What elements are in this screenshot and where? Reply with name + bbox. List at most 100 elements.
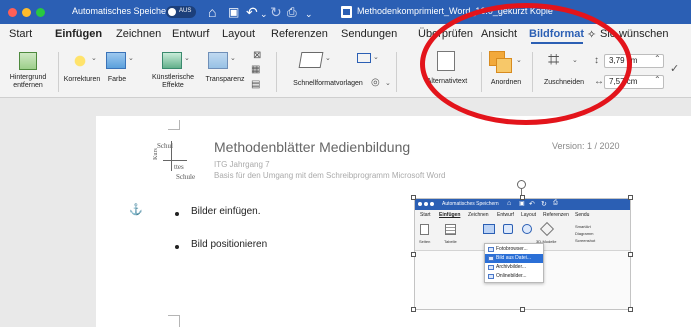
page-title: Methodenblätter Medienbildung [214, 139, 411, 155]
height-stepper[interactable]: ⌃ [654, 54, 661, 63]
transparency-label[interactable]: Transparenz [203, 76, 247, 84]
anchor-icon[interactable]: ⚓ [129, 203, 143, 216]
version-label: Version: 1 / 2020 [552, 141, 620, 151]
picture-border-icon[interactable] [357, 53, 371, 63]
embedded-icons-icon [522, 224, 532, 234]
artistic-effects-label[interactable]: Künstlerische Effekte [146, 74, 200, 90]
picture-border-dropdown-icon[interactable]: ⌄ [373, 53, 379, 61]
tab-zeichnen[interactable]: Zeichnen [116, 28, 161, 40]
red-highlight-ellipse [420, 3, 632, 125]
embedded-tab: Start [420, 212, 431, 218]
resize-handle-bottom-right[interactable] [628, 307, 633, 312]
color-dropdown-icon[interactable]: ⌄ [128, 54, 134, 62]
lock-aspect-icon[interactable]: ✓ [670, 62, 679, 75]
logo-line: Kurs [152, 148, 159, 160]
print-icon[interactable]: ⎙ [287, 3, 297, 21]
customize-toolbar-icon[interactable]: ⌄ [305, 5, 313, 23]
redo-icon[interactable]: ↻ [270, 3, 282, 21]
tab-start[interactable]: Start [9, 28, 32, 40]
remove-background-label[interactable]: Hintergrund entfernen [2, 74, 54, 90]
autosave-toggle[interactable]: AUS [166, 6, 196, 18]
resize-handle-left[interactable] [411, 252, 416, 257]
transparency-icon[interactable] [208, 52, 228, 69]
resize-handle-right[interactable] [628, 252, 633, 257]
tab-entwurf[interactable]: Entwurf [172, 28, 209, 40]
autosave-toggle-knob [168, 8, 176, 16]
stock-images-icon [488, 265, 494, 270]
ribbon-separator [396, 52, 397, 92]
embedded-tab-bar: Start Einfügen Zeichnen Entwurf Layout R… [415, 210, 630, 221]
embedded-pictures-icon [483, 224, 495, 234]
corrections-dropdown-icon[interactable]: ⌄ [91, 54, 97, 62]
tab-layout[interactable]: Layout [222, 28, 255, 40]
resize-handle-top[interactable] [520, 195, 525, 200]
rotation-handle[interactable] [517, 180, 526, 189]
undo-icon[interactable]: ↶ [246, 3, 258, 21]
photo-browser-icon [488, 247, 494, 252]
embedded-zoom-dot [430, 202, 434, 206]
embedded-undo-icon: ↶ [529, 201, 535, 208]
logo-line: ttes [174, 163, 184, 171]
embedded-ribbon-label: Tabelle [444, 239, 457, 244]
resize-handle-bottom[interactable] [520, 307, 525, 312]
margin-corner-mark [168, 315, 180, 327]
change-picture-icon[interactable]: ▦ [251, 64, 260, 75]
embedded-ribbon-label: Seiten [419, 239, 431, 244]
embedded-ribbon-label: Diagramm [575, 231, 594, 236]
undo-dropdown-icon[interactable]: ⌄ [260, 5, 268, 23]
artistic-effects-dropdown-icon[interactable]: ⌄ [184, 54, 190, 62]
autosave-toggle-state: AUS [179, 8, 192, 14]
embedded-ribbon-label: Screenshot [575, 238, 596, 243]
word-document-icon [341, 6, 352, 18]
embedded-tab: Einfügen [439, 212, 461, 218]
width-stepper[interactable]: ⌃ [654, 75, 661, 84]
embedded-menu-item: Archivbilder... [485, 263, 543, 272]
embedded-tab: Referenzen [543, 212, 569, 218]
reset-picture-icon[interactable]: ▤ [251, 79, 260, 90]
transparency-dropdown-icon[interactable]: ⌄ [230, 54, 236, 62]
corrections-icon[interactable] [70, 51, 90, 71]
remove-background-icon[interactable] [19, 52, 37, 70]
inserted-picture[interactable]: Automatisches Speichern ⌂ ▣ ↶ ↻ ⎙ Start … [414, 198, 631, 310]
tab-sendungen[interactable]: Sendungen [341, 28, 397, 40]
margin-corner-mark [168, 120, 180, 130]
embedded-menu-item: Onlinebilder... [485, 272, 543, 281]
quick-styles-label[interactable]: Schnellformatvorlagen [289, 80, 367, 88]
embedded-autosave-label: Automatisches Speichern [442, 201, 499, 207]
picture-effects-icon[interactable]: ◎ [371, 77, 380, 88]
close-window-button[interactable] [8, 8, 17, 17]
color-label[interactable]: Farbe [104, 76, 130, 84]
embedded-table-icon [445, 224, 456, 235]
embedded-ribbon-label: SmartArt [575, 224, 591, 229]
quick-styles-icon[interactable] [298, 52, 324, 68]
bullet-dot [175, 245, 179, 249]
embedded-menu-item-selected: Bild aus Datei... [485, 254, 543, 263]
embedded-minimize-dot [424, 202, 428, 206]
resize-handle-top-left[interactable] [411, 195, 416, 200]
resize-handle-bottom-left[interactable] [411, 307, 416, 312]
quick-styles-dropdown-icon[interactable]: ⌄ [325, 54, 331, 62]
tab-einfuegen[interactable]: Einfügen [55, 28, 102, 40]
embedded-title-bar: Automatisches Speichern ⌂ ▣ ↶ ↻ ⎙ [415, 199, 630, 210]
ribbon-separator [276, 52, 277, 92]
embedded-menu-item: Fotobrowser... [485, 245, 543, 254]
compress-pictures-icon[interactable]: ⊠ [253, 50, 261, 61]
tab-referenzen[interactable]: Referenzen [271, 28, 328, 40]
minimize-window-button[interactable] [22, 8, 31, 17]
embedded-close-dot [418, 202, 422, 206]
page-description: Basis für den Umgang mit dem Schreibprog… [214, 171, 446, 180]
home-icon[interactable]: ⌂ [208, 3, 216, 21]
embedded-print-icon: ⎙ [553, 200, 558, 206]
zoom-window-button[interactable] [36, 8, 45, 17]
logo-line: Schule [176, 173, 196, 181]
save-icon[interactable]: ▣ [228, 3, 239, 21]
embedded-tab: Zeichnen [468, 212, 489, 218]
resize-handle-top-right[interactable] [628, 195, 633, 200]
list-item: Bild positionieren [191, 239, 268, 250]
artistic-effects-icon[interactable] [162, 52, 182, 69]
color-icon[interactable] [106, 52, 126, 69]
corrections-label[interactable]: Korrekturen [60, 76, 104, 84]
embedded-tab: Layout [521, 212, 537, 218]
embedded-shapes-icon [503, 224, 513, 234]
picture-effects-dropdown-icon[interactable]: ⌄ [385, 79, 391, 87]
